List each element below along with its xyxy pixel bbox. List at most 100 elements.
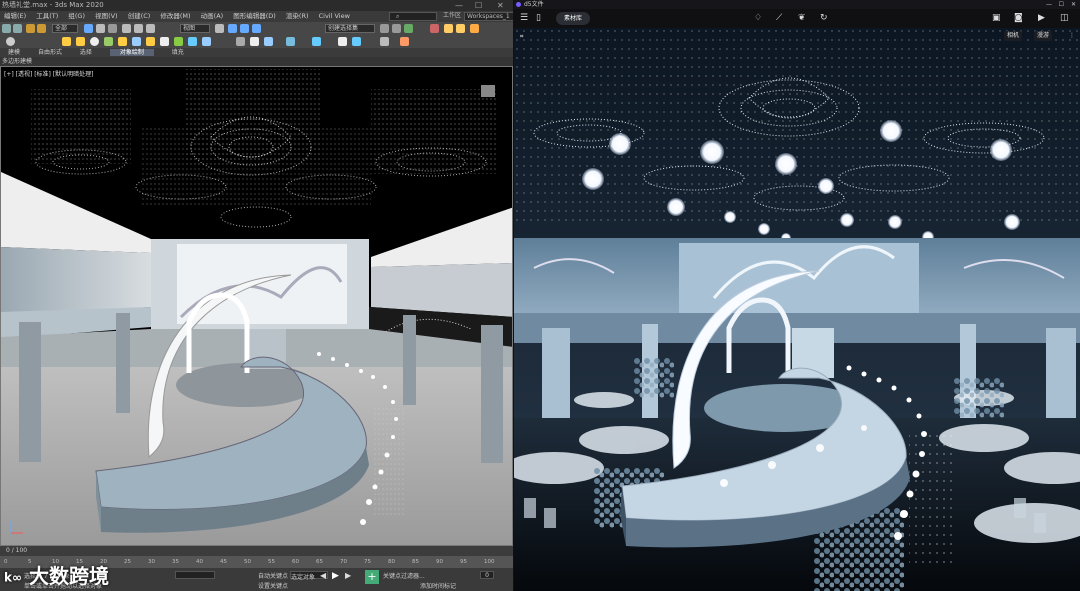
- render-frame-icon[interactable]: [456, 24, 465, 33]
- viewcube[interactable]: [481, 85, 495, 97]
- keyfilter-button[interactable]: 关键点过滤器...: [383, 571, 425, 580]
- plane-icon[interactable]: [104, 37, 113, 46]
- add-key-icon[interactable]: +: [365, 570, 379, 584]
- light-icon[interactable]: [236, 37, 245, 46]
- refresh-icon[interactable]: ↻: [820, 9, 828, 28]
- tick-label: 90: [436, 559, 443, 565]
- walk-pill[interactable]: 漫游: [1034, 31, 1053, 41]
- menu-item[interactable]: Civil View: [319, 12, 350, 20]
- leaf-icon[interactable]: ❦: [798, 9, 806, 28]
- render-setup-icon[interactable]: [444, 24, 453, 33]
- angle-snap-icon[interactable]: [240, 24, 249, 33]
- camera-pill[interactable]: 相机: [1004, 31, 1023, 41]
- render-icon[interactable]: [470, 24, 479, 33]
- snap-icon[interactable]: [228, 24, 237, 33]
- minimize-icon[interactable]: —: [1046, 0, 1052, 9]
- ribbon-tab-freeform[interactable]: 自由形式: [38, 49, 62, 56]
- pyramid-icon[interactable]: [160, 37, 169, 46]
- teapot-icon[interactable]: [174, 37, 183, 46]
- spline-icon[interactable]: [202, 37, 211, 46]
- path-icon[interactable]: ⟋: [776, 9, 782, 28]
- tick-label: 80: [388, 559, 395, 565]
- lock-icon[interactable]: [352, 37, 361, 46]
- select-by-name-icon[interactable]: [96, 24, 105, 33]
- maximize-icon[interactable]: ☐: [475, 0, 482, 11]
- geosphere-icon[interactable]: [90, 37, 99, 46]
- viewport-icon[interactable]: [338, 37, 347, 46]
- play-icon[interactable]: ▶: [332, 571, 339, 581]
- maximize-icon[interactable]: ☐: [1059, 0, 1064, 9]
- render-viewport[interactable]: ⌗ 相机 漫游 ⋮: [514, 28, 1080, 591]
- frame-field[interactable]: 0: [480, 571, 494, 579]
- time-slider[interactable]: 0 / 100: [0, 546, 513, 556]
- menu-item[interactable]: 动画(A): [201, 12, 224, 20]
- workspace-dropdown[interactable]: Workspaces_1: [464, 12, 513, 21]
- more-icon[interactable]: ⋮: [1066, 31, 1078, 41]
- menu-item[interactable]: 渲染(R): [286, 12, 309, 20]
- menu-item[interactable]: 图形编辑器(D): [233, 12, 276, 20]
- autokey-button[interactable]: 自动关键点: [258, 571, 288, 580]
- material-library-button[interactable]: 素材库: [556, 12, 591, 25]
- cone-icon[interactable]: [146, 37, 155, 46]
- minimize-icon[interactable]: —: [455, 0, 463, 11]
- menu-item[interactable]: 修改器(M): [160, 12, 190, 20]
- ribbon-tab-object-paint[interactable]: 对象绘制: [109, 49, 154, 56]
- light-bulb-icon[interactable]: ♢: [754, 9, 762, 28]
- select-icon[interactable]: [84, 24, 93, 33]
- setkey-button[interactable]: 设置关键点: [258, 581, 288, 590]
- tube-icon[interactable]: [118, 37, 127, 46]
- file-icon[interactable]: ▯: [536, 9, 541, 28]
- align-icon[interactable]: [392, 24, 401, 33]
- helper-icon[interactable]: [264, 37, 273, 46]
- ribbon-tab-modeling[interactable]: 建模: [8, 49, 20, 56]
- perspective-viewport[interactable]: [+] [透视] [标准] [默认明暗处理]: [0, 66, 513, 546]
- spacewarp-icon[interactable]: [286, 37, 295, 46]
- rotate-icon[interactable]: [134, 24, 143, 33]
- close-icon[interactable]: ✕: [1071, 0, 1076, 9]
- link-icon[interactable]: [26, 24, 35, 33]
- selection-filter-dropdown[interactable]: 全部: [52, 24, 78, 33]
- menu-item[interactable]: 工具(T): [36, 12, 58, 20]
- menu-icon[interactable]: ☰: [520, 9, 528, 28]
- camera-icon[interactable]: ▣: [992, 9, 1001, 28]
- material-editor-icon[interactable]: [430, 24, 439, 33]
- pivot-icon[interactable]: [215, 24, 224, 33]
- ribbon-tab-selection[interactable]: 选择: [80, 49, 92, 56]
- coord-field[interactable]: [175, 571, 215, 579]
- sphere-icon[interactable]: [6, 37, 15, 46]
- torus-icon[interactable]: [132, 37, 141, 46]
- move-icon[interactable]: [122, 24, 131, 33]
- system-icon[interactable]: [312, 37, 321, 46]
- panorama-icon[interactable]: ◫: [1060, 9, 1069, 28]
- isolate-icon[interactable]: [380, 37, 389, 46]
- prev-frame-icon[interactable]: ◀: [320, 571, 326, 580]
- menu-item[interactable]: 视图(V): [95, 12, 118, 20]
- text-icon[interactable]: [188, 37, 197, 46]
- add-time-tag[interactable]: 添加时间标记: [420, 581, 456, 590]
- flag-icon[interactable]: [400, 37, 409, 46]
- viewport-label[interactable]: [+] [透视] [标准] [默认明暗处理]: [4, 69, 93, 78]
- camera-icon[interactable]: [250, 37, 259, 46]
- unlink-icon[interactable]: [37, 24, 46, 33]
- close-icon[interactable]: ✕: [497, 0, 504, 11]
- menu-item[interactable]: 编辑(E): [4, 12, 26, 20]
- search-field[interactable]: ⌕: [389, 12, 437, 21]
- percent-snap-icon[interactable]: [252, 24, 261, 33]
- rect-select-icon[interactable]: [108, 24, 117, 33]
- redo-icon[interactable]: [13, 24, 22, 33]
- scene-tools-icon[interactable]: ⌗: [517, 32, 526, 42]
- scale-icon[interactable]: [146, 24, 155, 33]
- mirror-icon[interactable]: [380, 24, 389, 33]
- cylinder-icon[interactable]: [76, 37, 85, 46]
- named-selection-dropdown[interactable]: 创建选择集: [325, 24, 375, 33]
- layer-icon[interactable]: [404, 24, 413, 33]
- menu-item[interactable]: 创建(C): [128, 12, 151, 20]
- undo-icon[interactable]: [2, 24, 11, 33]
- next-frame-icon[interactable]: ▶: [345, 571, 351, 580]
- menu-item[interactable]: 组(G): [68, 12, 85, 20]
- photo-icon[interactable]: ◙: [1014, 9, 1023, 28]
- video-icon[interactable]: ▶: [1038, 9, 1045, 28]
- ref-coord-dropdown[interactable]: 视图: [180, 24, 210, 33]
- ribbon-tab-populate[interactable]: 填充: [172, 49, 184, 56]
- box-icon[interactable]: [62, 37, 71, 46]
